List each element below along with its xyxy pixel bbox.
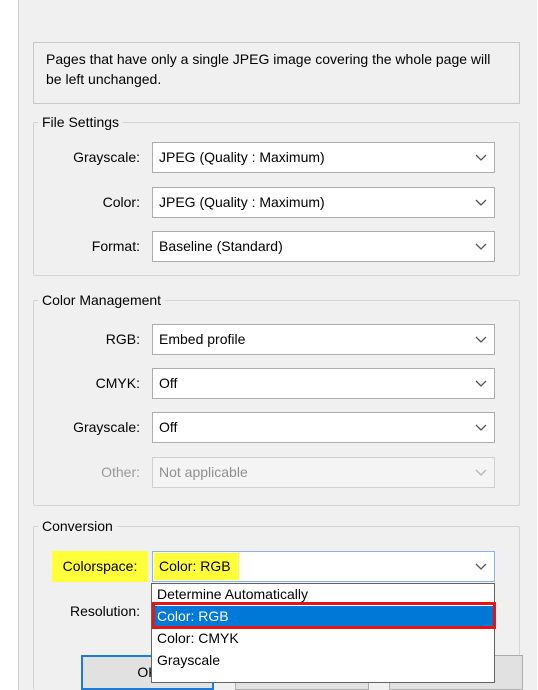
chevron-down-icon [468,458,494,487]
rgb-select[interactable]: Embed profile [152,324,495,355]
file-settings-legend: File Settings [42,114,120,130]
chevron-down-icon [468,552,494,581]
colorspace-dropdown-list: Determine Automatically Color: RGB Color… [151,583,495,683]
option-determine-automatically[interactable]: Determine Automatically [152,584,494,604]
chevron-down-icon [468,325,494,354]
color-compression-value: JPEG (Quality : Maximum) [159,194,325,210]
resolution-label: Resolution: [69,603,140,619]
chevron-down-icon [468,232,494,261]
colorspace-select[interactable]: Color: RGB [152,551,495,582]
chevron-down-icon [468,413,494,442]
rgb-value: Embed profile [159,331,246,347]
color-compression-label: Color: [102,194,140,210]
colorspace-label: Colorspace: [52,551,148,582]
color-management-legend: Color Management [42,292,162,308]
conversion-legend: Conversion [42,518,113,534]
cm-grayscale-select[interactable]: Off [152,412,495,443]
grayscale-compression-label: Grayscale: [73,149,140,165]
color-compression-select[interactable]: JPEG (Quality : Maximum) [152,187,495,218]
option-grayscale[interactable]: Grayscale [152,650,494,670]
format-value: Baseline (Standard) [159,238,283,254]
option-color-cmyk[interactable]: Color: CMYK [152,628,494,648]
option-color-rgb[interactable]: Color: RGB [152,606,494,626]
other-value: Not applicable [159,464,248,480]
cmyk-value: Off [159,375,178,391]
rgb-label: RGB: [105,331,140,347]
cmyk-select[interactable]: Off [152,368,495,399]
colorspace-value: Color: RGB [154,553,239,580]
chevron-down-icon [468,369,494,398]
format-label: Format: [91,238,140,254]
info-box: Pages that have only a single JPEG image… [33,42,520,104]
cm-grayscale-value: Off [159,419,178,435]
chevron-down-icon [468,143,494,172]
grayscale-compression-select[interactable]: JPEG (Quality : Maximum) [152,142,495,173]
info-text: Pages that have only a single JPEG image… [46,51,491,87]
cm-grayscale-label: Grayscale: [73,419,140,435]
format-select[interactable]: Baseline (Standard) [152,231,495,262]
other-select: Not applicable [152,457,495,488]
other-label: Other: [101,464,140,480]
chevron-down-icon [468,188,494,217]
grayscale-compression-value: JPEG (Quality : Maximum) [159,149,325,165]
cmyk-label: CMYK: [95,375,140,391]
